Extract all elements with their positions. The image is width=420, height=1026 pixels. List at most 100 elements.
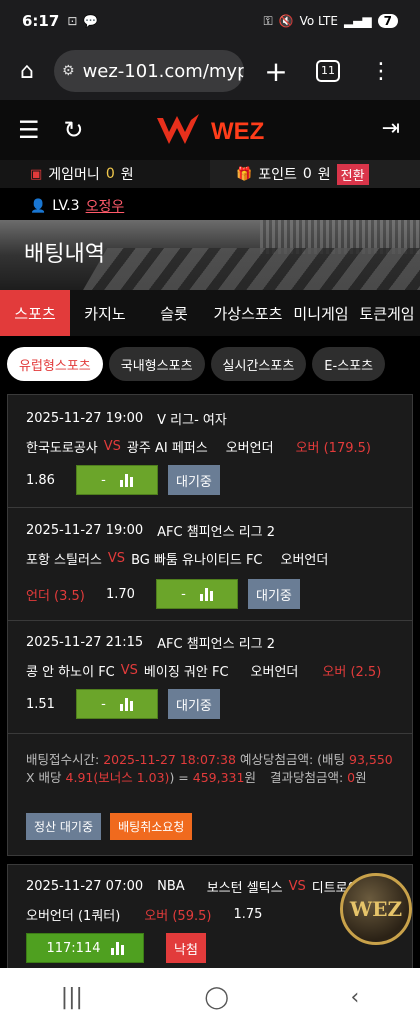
clock: 6:17 [22, 12, 60, 30]
wez-logo-mark [157, 114, 199, 144]
bet-pick: 오버 (2.5) [322, 665, 382, 680]
wez-logo[interactable]: WEZ [155, 110, 267, 150]
point-label: 포인트 [258, 167, 297, 183]
game-money-label: 게임머니 [48, 167, 100, 183]
tab-casino[interactable]: 카지노 [70, 290, 140, 336]
odds-row: 1.86 - 대기중 [26, 465, 220, 495]
odds-value: 1.51 [26, 696, 55, 712]
user-row: 👤 LV.3 오정우 [0, 192, 420, 220]
result-button[interactable]: - [76, 465, 158, 495]
stats-bars-icon [119, 473, 133, 487]
result-winnings-unit: 원 [355, 770, 367, 785]
market-type: 오버언더 [280, 553, 329, 568]
battery-badge: 7 [377, 14, 398, 28]
expected-label: 예상당첨금액: (배팅 [239, 752, 346, 767]
site-settings-icon[interactable]: ⚙ [62, 63, 75, 79]
wallet-icon: ▣ [30, 166, 43, 182]
logo-text: WEZ [211, 118, 265, 145]
total-odds-value: 4.91(보너스 1.03) [65, 770, 170, 785]
browser-menu-icon[interactable]: ⋮ [370, 59, 392, 84]
bet-pick: 오버 (179.5) [295, 441, 371, 456]
match-row: 콩 안 하노이 FC VS 베이징 궈안 FC 오버언더 오버 (2.5) [26, 661, 381, 680]
final-score: 117:114 [46, 940, 101, 956]
match-row: 한국도로공사 VS 광주 AI 페퍼스 오버언더 오버 (179.5) [26, 437, 371, 456]
stats-bars-icon [110, 941, 124, 955]
odds-value: 1.86 [26, 472, 55, 488]
lose-badge: 낙첨 [166, 933, 206, 963]
tab-sports[interactable]: 스포츠 [0, 290, 70, 336]
away-team: 광주 AI 페퍼스 [126, 441, 208, 456]
point-value: 0 [302, 166, 312, 182]
market-type: 오버언더 [250, 665, 299, 680]
tab-virtual-sports[interactable]: 가상스포츠 [208, 290, 288, 336]
result-value: - [101, 696, 106, 712]
league-name: AFC 챔피언스 리그 2 [157, 637, 276, 652]
network-indicator: Vo LTE [299, 14, 338, 28]
divider [8, 733, 412, 734]
tab-e-sports[interactable]: E-스포츠 [312, 347, 386, 381]
user-level: LV.3 [52, 198, 80, 214]
result-button[interactable]: - [156, 579, 238, 609]
home-button-icon[interactable]: ◯ [204, 985, 229, 1010]
cancel-bet-button[interactable]: 배팅취소요청 [110, 813, 193, 840]
accept-time-label: 배팅접수시간: [26, 752, 100, 767]
home-team: 한국도로공사 [26, 441, 98, 456]
tab-minigame[interactable]: 미니게임 [288, 290, 354, 336]
mute-icon: 🔇 [278, 14, 294, 28]
tab-domestic-sports[interactable]: 국내형스포츠 [108, 347, 205, 381]
bet-pick: 오버 (59.5) [144, 909, 212, 924]
stake-value: 93,550 [349, 752, 393, 767]
odds-row: 1.51 - 대기중 [26, 689, 220, 719]
settle-pending-button: 정산 대기중 [26, 813, 102, 840]
league-name: NBA [157, 879, 185, 894]
home-team: 보스턴 셀틱스 [206, 881, 283, 896]
tab-slot[interactable]: 슬롯 [140, 290, 208, 336]
recent-apps-icon[interactable]: ||| [61, 985, 83, 1010]
odds-value: 1.75 [233, 907, 263, 922]
away-team: 베이징 궈안 FC [143, 665, 229, 680]
logout-icon[interactable]: ⇥ [382, 116, 400, 141]
status-bar: 6:17 ⊡ 💬 ⚿ 🔇 Vo LTE ▂▄▆ 7 [0, 0, 420, 42]
gift-icon: 🎁 [236, 166, 253, 182]
summary-actions: 정산 대기중 배팅취소요청 [26, 813, 193, 840]
match-date: 2025-11-27 19:00 [26, 411, 144, 426]
page-banner: 배팅내역 [0, 220, 420, 290]
tab-token-game[interactable]: 토큰게임 [354, 290, 420, 336]
signal-icon: ▂▄▆ [343, 14, 372, 28]
tab-european-sports[interactable]: 유럽형스포츠 [7, 347, 103, 381]
screen-record-icon: ⊡ [67, 14, 78, 28]
back-icon[interactable]: ‹ [350, 985, 359, 1010]
wez-floating-badge[interactable]: WEZ [340, 873, 412, 945]
new-tab-icon[interactable]: + [244, 55, 308, 88]
address-bar[interactable]: ⚙ wez-101.com/myp [54, 50, 244, 92]
league-name: AFC 챔피언스 리그 2 [157, 525, 276, 540]
convert-button[interactable]: 전환 [336, 163, 369, 185]
bet-header: 2025-11-27 07:00 NBA 보스턴 셀틱스 VS 디트로이트 [26, 877, 372, 896]
accept-time-value: 2025-11-27 18:07:38 [103, 752, 236, 767]
match-date: 2025-11-27 07:00 [26, 879, 144, 894]
hamburger-menu-icon[interactable]: ☰ [18, 116, 40, 144]
tab-live-sports[interactable]: 실시간스포츠 [210, 347, 307, 381]
banner-field-image [72, 248, 420, 290]
refresh-icon[interactable]: ↻ [64, 116, 84, 144]
url-text: wez-101.com/myp [82, 60, 244, 82]
vs-label: VS [120, 663, 138, 678]
vs-label: VS [107, 551, 126, 566]
username-link[interactable]: 오정우 [86, 196, 125, 216]
match-date: 2025-11-27 19:00 [26, 523, 144, 538]
home-icon[interactable]: ⌂ [0, 59, 54, 84]
result-value: - [181, 586, 186, 602]
score-button[interactable]: 117:114 [26, 933, 144, 963]
bet-pick: 언더 (3.5) [26, 588, 85, 604]
home-team: 콩 안 하노이 FC [26, 665, 115, 680]
stats-bars-icon [199, 587, 213, 601]
tab-switcher-button[interactable]: 11 [316, 60, 340, 82]
bet-header: 2025-11-27 21:15 AFC 챔피언스 리그 2 [26, 633, 275, 652]
wallet-row: ▣ 게임머니 0 원 🎁 포인트 0 원 전환 [0, 160, 420, 188]
equals-sign: ) = [169, 770, 189, 785]
status-badge: 대기중 [168, 689, 220, 719]
divider [8, 620, 412, 621]
game-money-value: 0 [105, 166, 115, 182]
result-button[interactable]: - [76, 689, 158, 719]
page-title: 배팅내역 [24, 242, 105, 267]
